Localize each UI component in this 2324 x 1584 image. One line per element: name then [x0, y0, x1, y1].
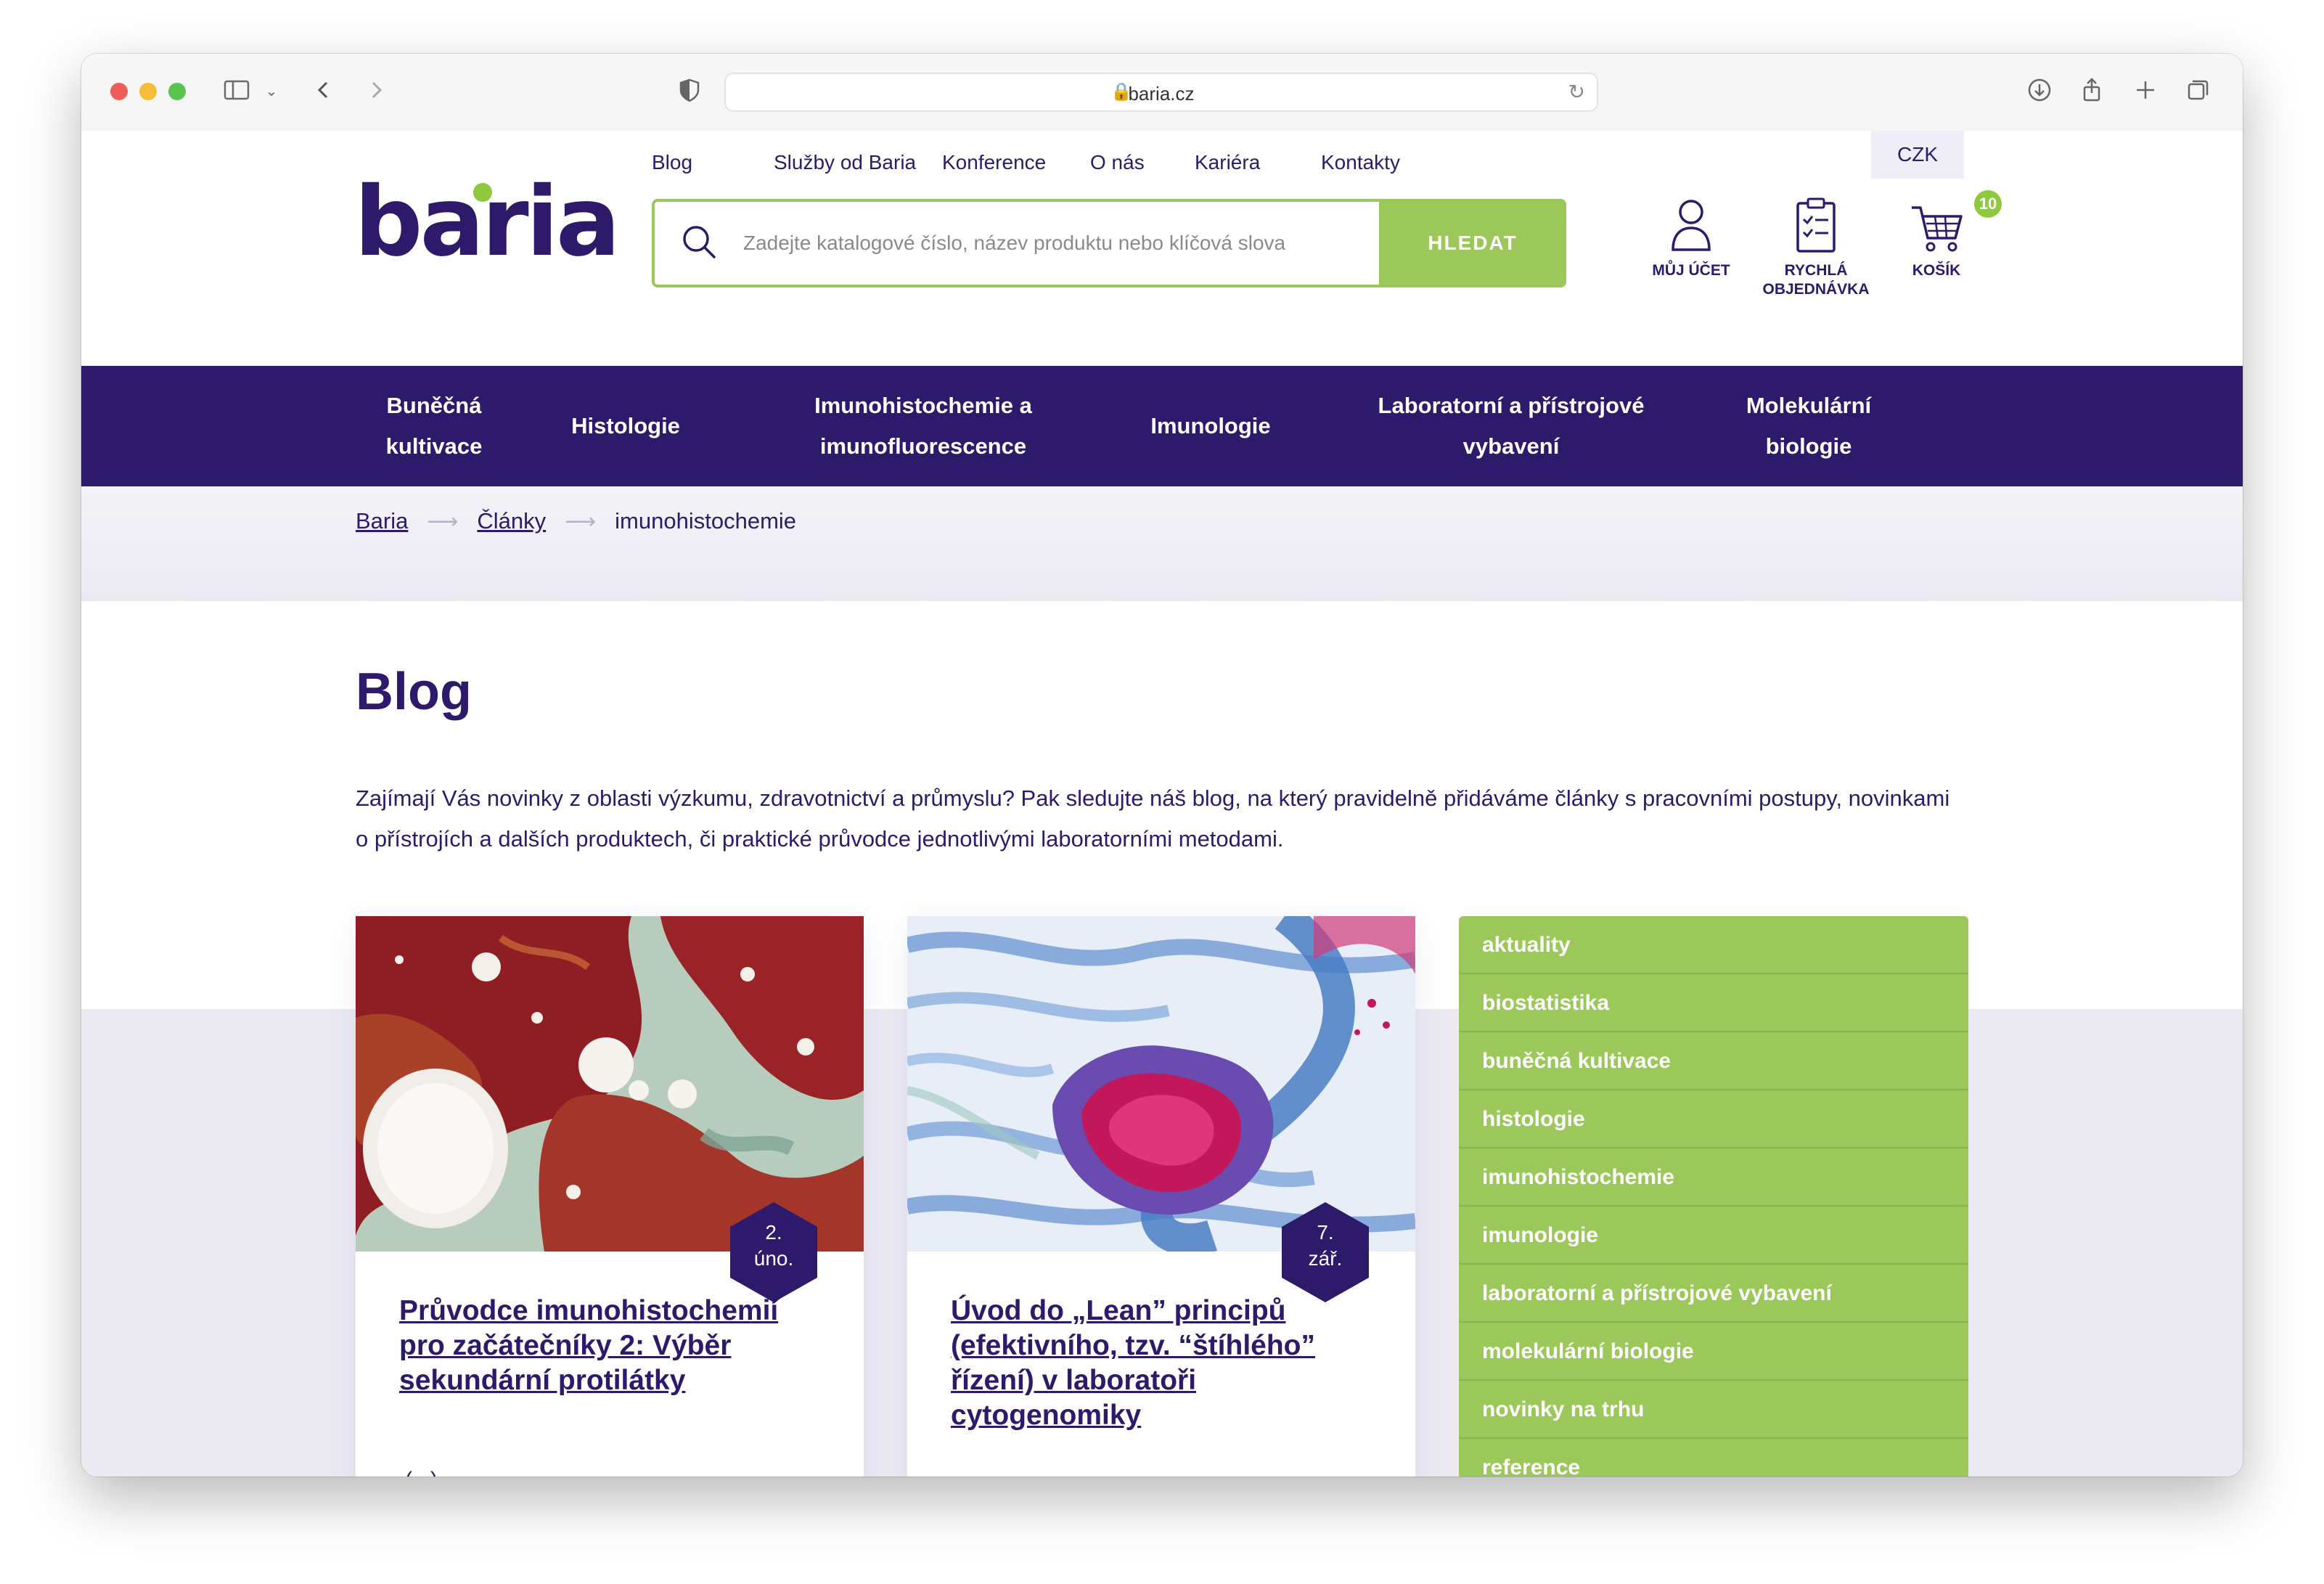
tag-immunology[interactable]: imunologie [1459, 1207, 1968, 1265]
forward-icon[interactable] [360, 75, 392, 107]
account-label: MŮJ ÚČET [1652, 262, 1730, 279]
article-date: 2. úno. [730, 1220, 817, 1272]
category-navigation: Buněčná kultivace Histologie Imunohistoch… [81, 366, 2243, 486]
tag-news[interactable]: aktuality [1459, 916, 1968, 974]
breadcrumb-arrow-icon: ⟶ [427, 509, 459, 534]
tag-list: aktuality biostatistika buněčná kultivac… [1459, 916, 1968, 1477]
shield-icon[interactable] [674, 75, 705, 107]
back-icon[interactable] [308, 75, 340, 107]
topnav-blog[interactable]: Blog [652, 151, 692, 174]
tag-histology[interactable]: histologie [1459, 1090, 1968, 1148]
histology-image [356, 916, 864, 1252]
article-image[interactable] [356, 916, 864, 1252]
category-label: Imunologie [1150, 413, 1271, 438]
topnav-conference[interactable]: Konference [942, 151, 1046, 174]
tag-references[interactable]: reference [1459, 1439, 1968, 1477]
article-image[interactable] [907, 916, 1415, 1252]
tag-lab-equipment[interactable]: laboratorní a přístrojové vybavení [1459, 1265, 1968, 1323]
article-title-link[interactable]: Průvodce imunohistochemií pro začátečník… [399, 1294, 806, 1398]
chevron-down-icon[interactable]: ⌄ [255, 75, 287, 107]
currency-selector[interactable]: CZK [1871, 131, 1964, 179]
breadcrumb: Baria ⟶ Články ⟶ imunohistochemie [356, 508, 796, 534]
webpage: baria Blog Služby od Baria Konference O … [81, 131, 2243, 1477]
logo-dot [473, 183, 492, 202]
new-tab-icon[interactable] [2129, 75, 2161, 107]
breadcrumb-articles[interactable]: Články [477, 508, 546, 534]
category-label: biologie [1765, 433, 1852, 459]
article-excerpt: (...) [405, 1468, 438, 1477]
cart-icon [1912, 206, 1963, 252]
breadcrumb-band: Baria ⟶ Články ⟶ imunohistochemie [81, 486, 2243, 601]
category-label: kultivace [385, 433, 483, 459]
account-button[interactable]: MŮJ ÚČET [1633, 196, 1749, 280]
tag-molecular-biology[interactable]: molekulární biologie [1459, 1323, 1968, 1381]
browser-toolbar: ⌄ 🔒 baria.cz ↻ [81, 54, 2243, 132]
article-card[interactable]: 2. úno. Průvodce imunohistochemií pro za… [356, 916, 864, 1477]
category-label: Buněčná [386, 393, 482, 418]
search-box: HLEDAT [652, 199, 1566, 287]
search-input[interactable] [742, 216, 1354, 270]
tag-cell-culture[interactable]: buněčná kultivace [1459, 1032, 1968, 1090]
article-date-month: zář. [1308, 1247, 1343, 1270]
zoom-window-button[interactable] [168, 83, 186, 100]
category-histology[interactable]: Histologie [546, 366, 705, 486]
category-label: Imunohistochemie a [814, 393, 1032, 418]
category-label: vybavení [1462, 433, 1560, 459]
article-date: 7. zář. [1282, 1220, 1369, 1272]
search-icon [683, 226, 716, 258]
category-cell-culture[interactable]: Buněčná kultivace [354, 366, 514, 486]
browser-window: ⌄ 🔒 baria.cz ↻ baria Blog Služby od Bari… [81, 54, 2243, 1477]
search-button[interactable]: HLEDAT [1379, 199, 1566, 287]
quick-order-label-1: RYCHLÁ [1784, 262, 1848, 279]
category-immunology[interactable]: Imunologie [1124, 366, 1298, 486]
category-label: Laboratorní a přístrojové [1378, 393, 1645, 418]
quick-order-button[interactable]: RYCHLÁ OBJEDNÁVKA [1758, 196, 1874, 300]
page-title: Blog [356, 663, 472, 721]
article-date-day: 2. [765, 1221, 782, 1244]
category-label: Molekulární [1746, 393, 1872, 418]
user-icon [1672, 200, 1711, 251]
download-icon[interactable] [2024, 75, 2055, 107]
tag-biostatistics[interactable]: biostatistika [1459, 974, 1968, 1032]
category-label: imunofluorescence [819, 433, 1027, 459]
url-text: baria.cz [1128, 83, 1195, 105]
tag-immunohistochemistry[interactable]: imunohistochemie [1459, 1148, 1968, 1207]
breadcrumb-arrow-icon: ⟶ [565, 509, 597, 534]
article-title-link[interactable]: Úvod do „Lean” principů (efektivního, tz… [951, 1294, 1357, 1433]
category-immunohistochemistry[interactable]: Imunohistochemie a imunofluorescence [764, 366, 1083, 486]
tag-market-news[interactable]: novinky na trhu [1459, 1381, 1968, 1439]
quick-order-label-2: OBJEDNÁVKA [1762, 281, 1870, 298]
cart-count-badge: 10 [1974, 190, 2002, 218]
category-molecular-biology[interactable]: Molekulární biologie [1722, 366, 1896, 486]
page-intro: Zajímají Vás novinky z oblasti výzkumu, … [356, 785, 1950, 852]
reload-icon[interactable]: ↻ [1568, 80, 1585, 104]
sidebar-icon[interactable] [221, 75, 253, 107]
tab-overview-icon[interactable] [2182, 75, 2214, 107]
topnav-contacts[interactable]: Kontakty [1321, 151, 1400, 174]
breadcrumb-current: imunohistochemie [615, 508, 797, 534]
article-date-day: 7. [1317, 1221, 1334, 1244]
article-date-month: úno. [753, 1247, 794, 1270]
cart-button[interactable]: 10 KOŠÍK [1878, 190, 2002, 280]
share-icon[interactable] [2076, 75, 2108, 107]
close-window-button[interactable] [110, 83, 128, 100]
topnav-about[interactable]: O nás [1090, 151, 1145, 174]
category-lab-equipment[interactable]: Laboratorní a přístrojové vybavení [1330, 366, 1693, 486]
category-label: Histologie [571, 413, 680, 438]
topnav-career[interactable]: Kariéra [1195, 151, 1260, 174]
article-card[interactable]: 7. zář. Úvod do „Lean” principů (efektiv… [907, 916, 1415, 1477]
histology-image [907, 916, 1415, 1252]
clipboard-icon [1796, 197, 1836, 253]
address-bar[interactable]: 🔒 baria.cz ↻ [724, 73, 1598, 112]
topnav-services[interactable]: Služby od Baria [774, 151, 916, 174]
breadcrumb-home[interactable]: Baria [356, 508, 408, 534]
minimize-window-button[interactable] [139, 83, 157, 100]
cart-label: KOŠÍK [1912, 262, 1961, 279]
